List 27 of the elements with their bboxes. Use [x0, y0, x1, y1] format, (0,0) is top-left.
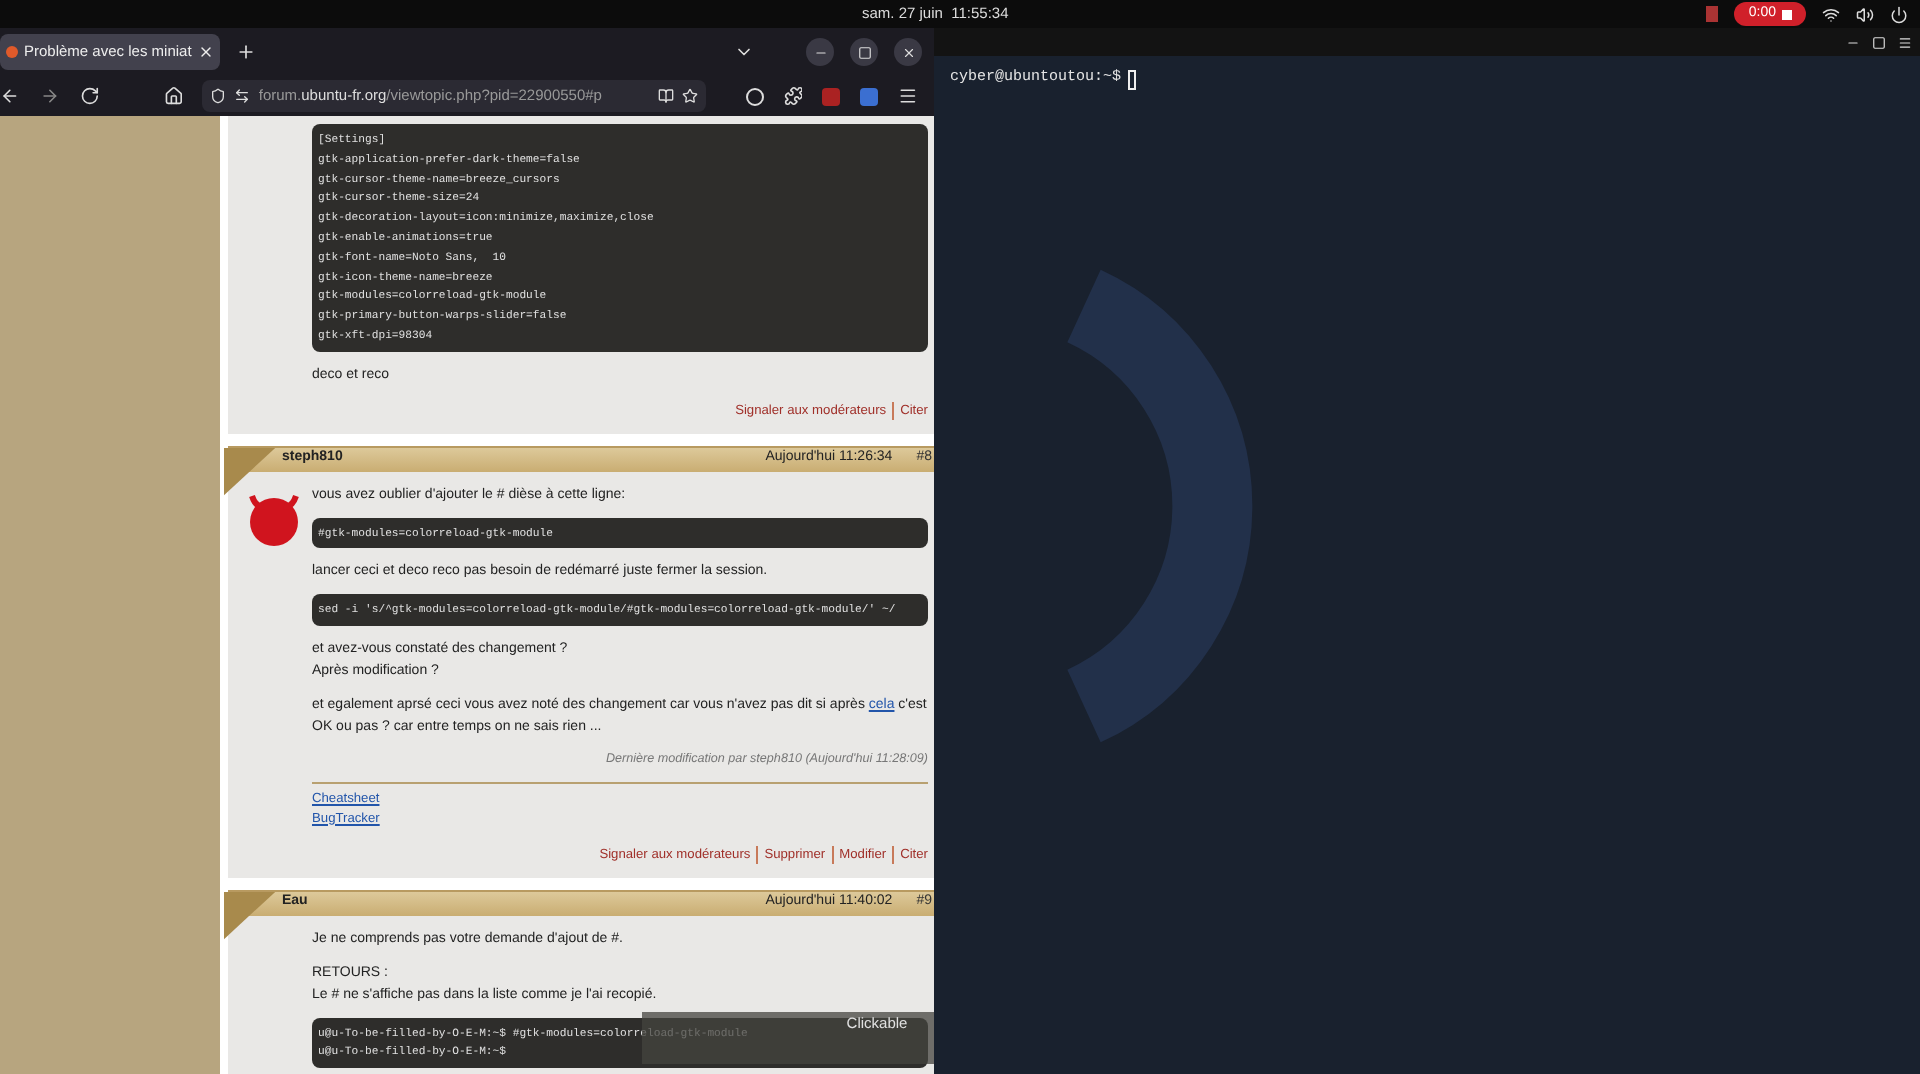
corner-fold-drawing — [224, 447, 276, 496]
shield-icon[interactable] — [210, 88, 227, 104]
close-icon — [901, 45, 915, 59]
maximize-button[interactable] — [850, 38, 878, 66]
permissions-icon[interactable] — [234, 88, 251, 104]
maximize-icon[interactable] — [1872, 35, 1886, 49]
close-button[interactable] — [894, 38, 922, 66]
close-icon[interactable] — [198, 44, 214, 60]
terminal-cursor — [1127, 69, 1136, 90]
new-tab-icon[interactable] — [236, 42, 256, 62]
site-favicon-icon — [6, 46, 18, 58]
app-indicator-icon[interactable] — [1706, 6, 1719, 22]
volume-icon[interactable] — [1856, 5, 1874, 23]
minimize-button[interactable] — [806, 38, 834, 66]
maximize-icon — [857, 45, 871, 59]
forward-icon[interactable] — [39, 86, 60, 106]
wifi-icon[interactable] — [1822, 5, 1840, 23]
menu-icon[interactable] — [1898, 35, 1912, 49]
account-icon[interactable] — [745, 87, 764, 105]
menu-icon[interactable] — [898, 86, 918, 106]
extensions-icon[interactable] — [783, 86, 803, 106]
bookmark-star-icon[interactable] — [681, 88, 698, 104]
reader-icon[interactable] — [657, 88, 674, 104]
power-icon[interactable] — [1890, 5, 1908, 23]
reload-icon[interactable] — [79, 86, 100, 106]
back-icon[interactable] — [0, 86, 20, 106]
home-icon[interactable] — [163, 86, 183, 106]
